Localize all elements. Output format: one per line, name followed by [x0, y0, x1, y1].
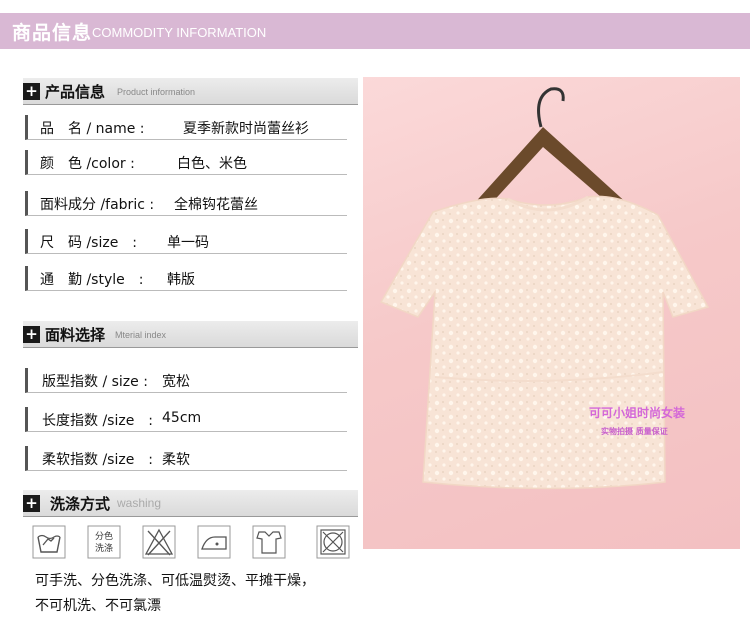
spec-value: 全棉钩花蕾丝 — [174, 197, 258, 213]
spec-row-color: 颜 色 /color : 白色、米色 — [25, 150, 347, 175]
section-title-cn: 洗涤方式 — [50, 495, 111, 513]
spec-label: 颜 色 /color : — [40, 156, 135, 172]
washing-instructions-line2: 不可机洗、不可氯漂 — [35, 598, 161, 614]
spec-row-size: 尺 码 /size : 单一码 — [25, 229, 347, 254]
spec-row-name: 品 名 / name : 夏季新款时尚蕾丝衫 — [25, 115, 347, 140]
banner-title-cn: 商品信息 — [12, 22, 93, 44]
plus-icon: + — [23, 326, 40, 343]
material-value: 宽松 — [162, 374, 190, 390]
product-photo: 可可小姐时尚女装 实物拍摄 质量保证 — [363, 77, 740, 549]
separate-wash-text-1: 分色 — [95, 530, 113, 542]
wash-care-icons: 分色 洗涤 — [32, 525, 362, 565]
plus-icon: + — [23, 83, 40, 100]
flat-dry-icon — [252, 525, 286, 559]
material-row-softness: 柔软指数 /size : 柔软 — [25, 446, 347, 471]
section-title-cn: 产品信息 — [45, 83, 106, 101]
material-value: 柔软 — [162, 452, 190, 468]
section-title-en: Mterial index — [115, 330, 167, 340]
spec-label: 面料成分 /fabric : — [40, 197, 155, 213]
spec-value: 韩版 — [167, 272, 195, 288]
low-iron-icon — [197, 525, 231, 559]
plus-icon: + — [23, 495, 40, 512]
watermark-slogan: 实物拍摄 质量保证 — [601, 427, 668, 436]
product-info-heading: + 产品信息 Product information — [23, 78, 358, 105]
spec-label: 通 勤 /style : — [40, 272, 144, 288]
spec-value: 白色、米色 — [177, 156, 247, 172]
material-label: 柔软指数 /size : — [42, 452, 154, 468]
spec-value: 夏季新款时尚蕾丝衫 — [183, 121, 309, 137]
spec-row-fabric: 面料成分 /fabric : 全棉钩花蕾丝 — [25, 191, 347, 216]
spec-row-style: 通 勤 /style : 韩版 — [25, 266, 347, 291]
watermark-shop-name: 可可小姐时尚女装 — [589, 406, 686, 420]
spec-label: 尺 码 /size : — [40, 235, 138, 251]
header-banner: 商品信息 COMMODITY INFORMATION — [0, 13, 750, 49]
separate-wash-text-2: 洗涤 — [95, 542, 113, 554]
washing-instructions-line1: 可手洗、分色洗涤、可低温熨烫、平摊干燥， — [35, 573, 315, 589]
section-title-en: washing — [117, 496, 162, 510]
material-value: 45cm — [162, 410, 202, 426]
lace-top-illustration — [379, 87, 710, 490]
separate-wash-icon: 分色 洗涤 — [87, 525, 121, 559]
material-row-length: 长度指数 /size : 45cm — [25, 407, 347, 432]
no-bleach-icon — [142, 525, 176, 559]
washing-heading: + 洗涤方式 washing — [23, 490, 358, 517]
spec-value: 单一码 — [167, 235, 209, 251]
spec-label: 品 名 / name : — [40, 121, 145, 137]
section-title-en: Product information — [117, 87, 196, 97]
banner-title-en: COMMODITY INFORMATION — [92, 25, 267, 40]
hand-wash-icon — [32, 525, 66, 559]
material-row-fit: 版型指数 / size : 宽松 — [25, 368, 347, 393]
section-title-cn: 面料选择 — [45, 326, 106, 344]
material-heading: + 面料选择 Mterial index — [23, 321, 358, 348]
no-tumble-dry-icon — [316, 525, 350, 559]
material-label: 版型指数 / size : — [42, 374, 148, 390]
material-label: 长度指数 /size : — [42, 413, 154, 429]
